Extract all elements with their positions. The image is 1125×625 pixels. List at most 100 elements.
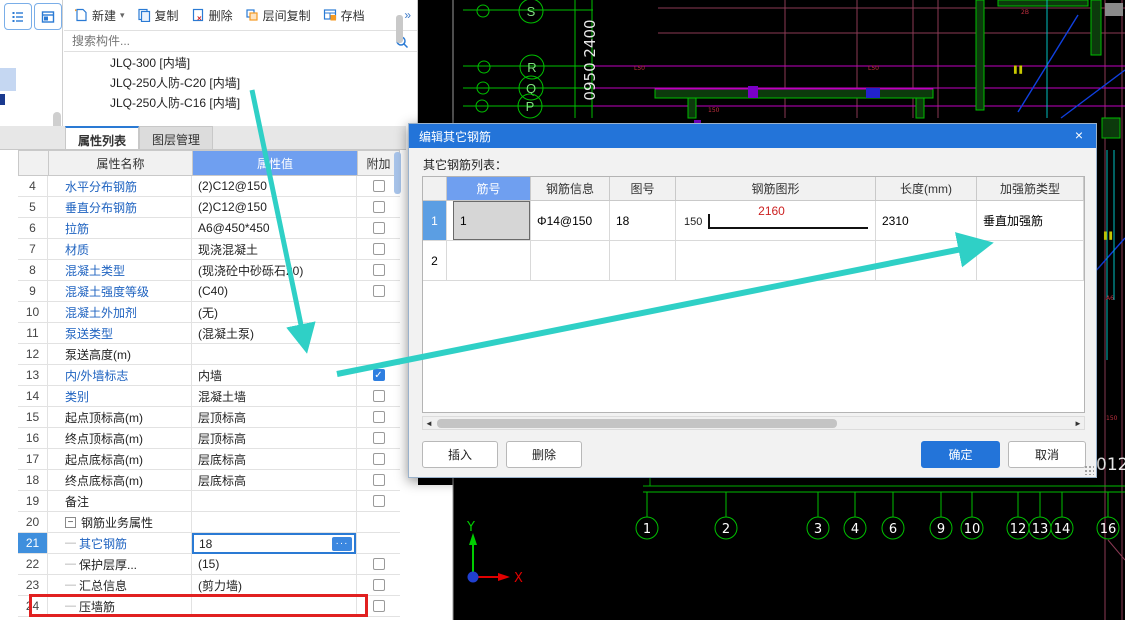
property-name[interactable]: 混凝土类型 [48, 260, 192, 280]
dialog-h-scrollbar[interactable]: ◄ ► [422, 416, 1085, 430]
property-row[interactable]: 13 内/外墙标志 内墙 ✓ [18, 365, 400, 386]
property-row[interactable]: 8 混凝土类型 (现浇砼中砂砾石20) [18, 260, 400, 281]
rebar-row[interactable]: 2 [423, 241, 1084, 281]
archive-button[interactable]: 存档 [319, 4, 369, 27]
attach-checkbox[interactable] [372, 579, 385, 591]
attach-checkbox[interactable] [372, 495, 385, 507]
property-name[interactable]: 垂直分布钢筋 [48, 197, 192, 217]
rebar-row[interactable]: 1 1 Φ14@150 18 150 2160 2310 垂直加强筋 [423, 201, 1084, 241]
component-list-item[interactable]: JLQ-300 [内墙] [64, 53, 417, 73]
property-row[interactable]: 17 起点底标高(m) 层底标高 [18, 449, 400, 470]
col-rebar-shape[interactable]: 钢筋图形 [676, 177, 876, 200]
property-scrollbar[interactable] [394, 152, 401, 194]
property-name[interactable]: 内/外墙标志 [48, 365, 192, 385]
attach-checkbox[interactable] [372, 453, 385, 465]
attach-checkbox[interactable] [372, 432, 385, 444]
row-number[interactable]: 2 [423, 241, 447, 280]
collapse-toggle-icon[interactable]: − [65, 516, 76, 528]
strengthen-type-cell[interactable] [977, 241, 1084, 280]
delete-row-button[interactable]: 删除 [506, 441, 582, 468]
attach-checkbox[interactable] [372, 201, 385, 213]
tab-layer-management[interactable]: 图层管理 [139, 126, 214, 149]
property-row[interactable]: 10 混凝土外加剂 (无) [18, 302, 400, 323]
attach-checkbox[interactable] [372, 390, 385, 402]
attach-checkbox[interactable] [372, 180, 385, 192]
collapsed-tab[interactable] [0, 68, 16, 91]
component-list-scrollbar[interactable] [396, 15, 403, 43]
row-number[interactable]: 1 [423, 201, 447, 240]
property-value[interactable]: 混凝土墙 [192, 386, 357, 406]
dialog-close-button[interactable]: × [1070, 127, 1088, 143]
attach-checkbox[interactable] [372, 285, 385, 297]
property-value[interactable]: 18 ··· [192, 533, 357, 554]
scroll-left-arrow[interactable]: ◄ [423, 418, 435, 430]
property-row[interactable]: 18 终点底标高(m) 层底标高 [18, 470, 400, 491]
property-name[interactable]: — 其它钢筋 [48, 533, 192, 553]
property-value[interactable]: (2)C12@150 [192, 197, 357, 217]
attach-checkbox[interactable] [372, 264, 385, 276]
length-cell[interactable] [876, 241, 977, 280]
col-strengthen-type[interactable]: 加强筋类型 [977, 177, 1084, 200]
property-row[interactable]: 11 泵送类型 (混凝土泵) [18, 323, 400, 344]
figure-number-cell[interactable]: 18 [610, 201, 676, 240]
property-row[interactable]: 19 备注 [18, 491, 400, 512]
tab-property-list[interactable]: 属性列表 [65, 126, 140, 149]
scroll-right-arrow[interactable]: ► [1072, 418, 1084, 430]
attach-checkbox[interactable] [372, 222, 385, 234]
property-row[interactable]: 16 终点顶标高(m) 层顶标高 [18, 428, 400, 449]
ellipsis-button[interactable]: ··· [332, 537, 352, 551]
property-name[interactable]: 水平分布钢筋 [48, 176, 192, 196]
property-value[interactable]: 层底标高 [192, 470, 357, 490]
property-row[interactable]: 15 起点顶标高(m) 层顶标高 [18, 407, 400, 428]
property-row[interactable]: 23— 汇总信息 (剪力墙) [18, 575, 400, 596]
copy-button[interactable]: 复制 [133, 4, 183, 27]
property-name[interactable]: 混凝土强度等级 [48, 281, 192, 301]
value-editor[interactable]: 18 ··· [192, 533, 356, 554]
rebar-info-cell[interactable]: Φ14@150 [531, 201, 610, 240]
property-row[interactable]: 12 泵送高度(m) [18, 344, 400, 365]
property-row[interactable]: 20− 钢筋业务属性 [18, 512, 400, 533]
property-name[interactable]: 泵送类型 [48, 323, 192, 343]
property-value[interactable]: 现浇混凝土 [192, 239, 357, 259]
rebar-info-cell[interactable] [531, 241, 610, 280]
property-value[interactable]: (混凝土泵) [192, 323, 357, 343]
toolbar-overflow-button[interactable]: » [404, 8, 417, 22]
property-value[interactable]: (无) [192, 302, 357, 322]
property-value[interactable]: 内墙 [192, 365, 357, 385]
property-value[interactable] [192, 491, 357, 511]
attach-checkbox[interactable] [372, 474, 385, 486]
property-value[interactable] [192, 512, 357, 532]
new-button[interactable]: 新建 ▾ [70, 4, 129, 27]
property-row[interactable]: 7 材质 现浇混凝土 [18, 239, 400, 260]
property-value[interactable]: 层底标高 [192, 449, 357, 469]
property-row[interactable]: 9 混凝土强度等级 (C40) [18, 281, 400, 302]
property-name[interactable]: 材质 [48, 239, 192, 259]
new-dropdown-caret[interactable]: ▾ [120, 10, 125, 21]
property-value[interactable] [192, 344, 357, 364]
strengthen-type-cell[interactable]: 垂直加强筋 [977, 201, 1084, 240]
property-row[interactable]: 6 拉筋 A6@450*450 [18, 218, 400, 239]
property-row[interactable]: 22— 保护层厚... (15) [18, 554, 400, 575]
property-value[interactable]: (15) [192, 554, 357, 574]
attach-checkbox[interactable] [372, 600, 385, 612]
panel-view-button[interactable] [34, 3, 62, 30]
property-value[interactable]: 层顶标高 [192, 428, 357, 448]
property-row[interactable]: 4 水平分布钢筋 (2)C12@150 [18, 176, 400, 197]
dialog-resize-grip[interactable] [1084, 465, 1094, 475]
property-value[interactable]: A6@450*450 [192, 218, 357, 238]
ok-button[interactable]: 确定 [921, 441, 1000, 468]
component-list-item[interactable]: JLQ-250人防-C16 [内墙] [64, 93, 417, 113]
col-rebar-info[interactable]: 钢筋信息 [531, 177, 610, 200]
selected-cell[interactable]: 1 [453, 201, 530, 240]
property-value[interactable]: (剪力墙) [192, 575, 357, 595]
col-figure-number[interactable]: 图号 [610, 177, 676, 200]
figure-number-cell[interactable] [610, 241, 676, 280]
cancel-button[interactable]: 取消 [1008, 441, 1086, 468]
property-name[interactable]: 拉筋 [48, 218, 192, 238]
property-name[interactable]: 混凝土外加剂 [48, 302, 192, 322]
rebar-shape-cell[interactable] [676, 241, 876, 280]
bar-number-cell[interactable] [447, 241, 531, 280]
property-value[interactable]: 层顶标高 [192, 407, 357, 427]
length-cell[interactable]: 2310 [876, 201, 977, 240]
property-value[interactable]: (2)C12@150 [192, 176, 357, 196]
